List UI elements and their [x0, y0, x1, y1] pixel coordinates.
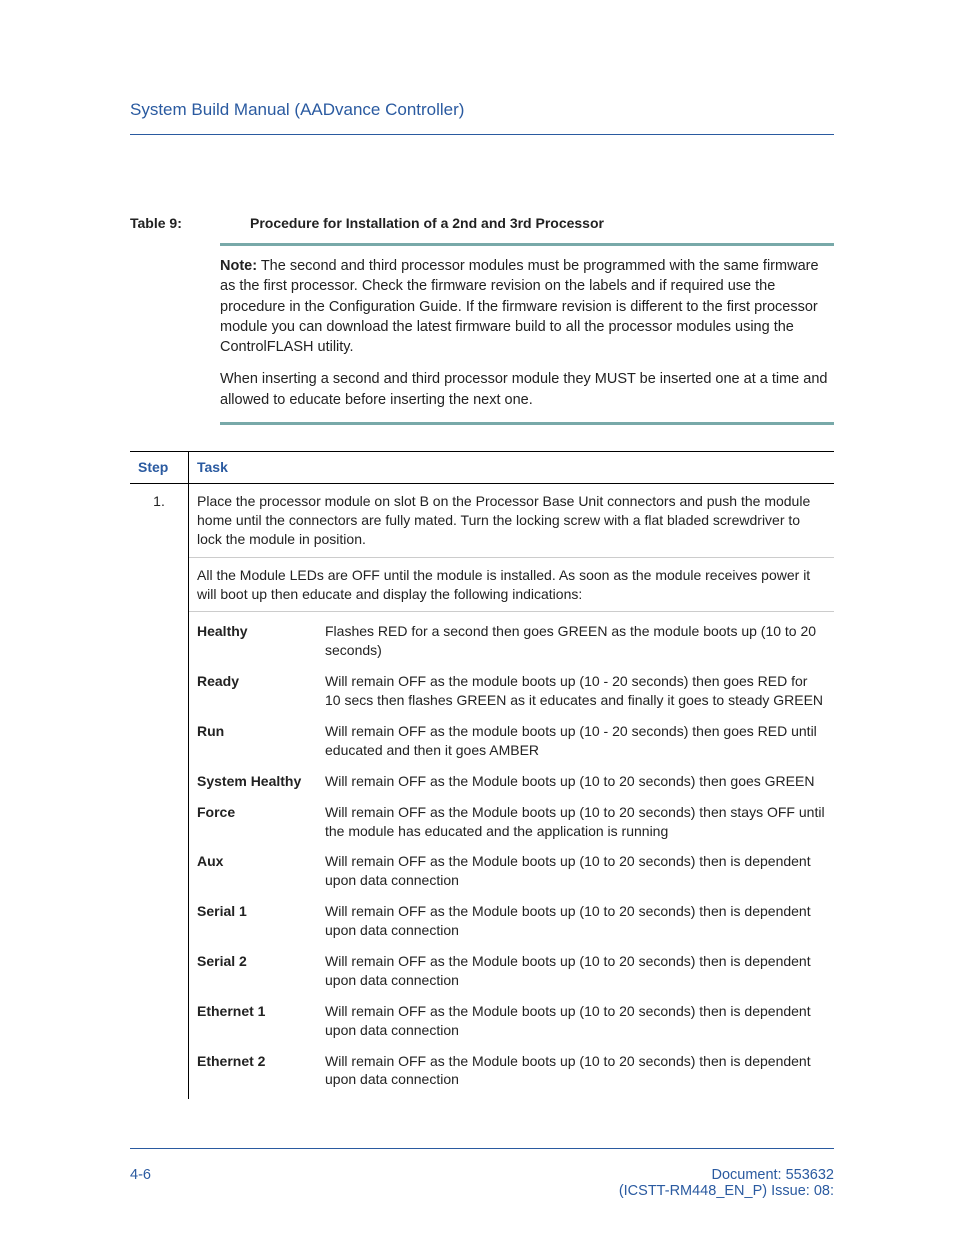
- table-caption: Table 9: Procedure for Installation of a…: [130, 215, 834, 231]
- header-rule: [130, 134, 834, 135]
- page-header-title: System Build Manual (AADvance Controller…: [130, 100, 834, 120]
- led-name: Ready: [197, 672, 325, 710]
- led-row: ReadyWill remain OFF as the module boots…: [197, 666, 826, 716]
- table-title: Procedure for Installation of a 2nd and …: [250, 215, 604, 231]
- note-text-1: The second and third processor modules m…: [220, 258, 819, 355]
- led-row: RunWill remain OFF as the module boots u…: [197, 716, 826, 766]
- led-row: Ethernet 2Will remain OFF as the Module …: [197, 1046, 826, 1096]
- led-name: Serial 1: [197, 902, 325, 940]
- task-text-a: Place the processor module on slot B on …: [189, 484, 834, 558]
- page-number: 4-6: [130, 1167, 151, 1183]
- led-row: ForceWill remain OFF as the Module boots…: [197, 797, 826, 847]
- footer-rule: [130, 1148, 834, 1149]
- led-name: System Healthy: [197, 772, 325, 791]
- step-number: 1.: [130, 483, 189, 1099]
- led-description: Will remain OFF as the module boots up (…: [325, 722, 826, 760]
- led-name: Ethernet 2: [197, 1052, 325, 1090]
- led-name: Serial 2: [197, 952, 325, 990]
- led-description: Will remain OFF as the Module boots up (…: [325, 1052, 826, 1090]
- col-header-task: Task: [189, 452, 835, 484]
- task-text-b: All the Module LEDs are OFF until the mo…: [189, 558, 834, 613]
- col-header-step: Step: [130, 452, 189, 484]
- page-footer: 4-6 Document: 553632 (ICSTT-RM448_EN_P) …: [130, 1148, 834, 1199]
- led-row: System HealthyWill remain OFF as the Mod…: [197, 766, 826, 797]
- led-name: Ethernet 1: [197, 1002, 325, 1040]
- led-row: Serial 2Will remain OFF as the Module bo…: [197, 946, 826, 996]
- led-description: Will remain OFF as the Module boots up (…: [325, 952, 826, 990]
- led-description: Will remain OFF as the Module boots up (…: [325, 1002, 826, 1040]
- note-box: Note: The second and third processor mod…: [220, 243, 834, 425]
- document-issue: (ICSTT-RM448_EN_P) Issue: 08:: [619, 1183, 834, 1199]
- led-indicator-list: HealthyFlashes RED for a second then goe…: [189, 612, 834, 1099]
- note-paragraph-1: Note: The second and third processor mod…: [220, 256, 834, 357]
- led-name: Run: [197, 722, 325, 760]
- table-row: 1. Place the processor module on slot B …: [130, 483, 834, 1099]
- led-description: Flashes RED for a second then goes GREEN…: [325, 622, 826, 660]
- note-paragraph-2: When inserting a second and third proces…: [220, 369, 834, 410]
- led-row: Ethernet 1Will remain OFF as the Module …: [197, 996, 826, 1046]
- led-name: Aux: [197, 852, 325, 890]
- task-cell: Place the processor module on slot B on …: [189, 483, 835, 1099]
- led-description: Will remain OFF as the Module boots up (…: [325, 852, 826, 890]
- led-row: HealthyFlashes RED for a second then goe…: [197, 616, 826, 666]
- table-label: Table 9:: [130, 215, 250, 231]
- procedure-table: Step Task 1. Place the processor module …: [130, 451, 834, 1099]
- led-description: Will remain OFF as the Module boots up (…: [325, 803, 826, 841]
- led-name: Force: [197, 803, 325, 841]
- content-section: Table 9: Procedure for Installation of a…: [130, 215, 834, 1099]
- led-row: AuxWill remain OFF as the Module boots u…: [197, 846, 826, 896]
- led-description: Will remain OFF as the Module boots up (…: [325, 902, 826, 940]
- led-description: Will remain OFF as the Module boots up (…: [325, 772, 826, 791]
- led-row: Serial 1Will remain OFF as the Module bo…: [197, 896, 826, 946]
- note-label: Note:: [220, 258, 257, 274]
- led-description: Will remain OFF as the module boots up (…: [325, 672, 826, 710]
- document-number: Document: 553632: [619, 1167, 834, 1183]
- led-name: Healthy: [197, 622, 325, 660]
- document-page: System Build Manual (AADvance Controller…: [0, 0, 954, 1235]
